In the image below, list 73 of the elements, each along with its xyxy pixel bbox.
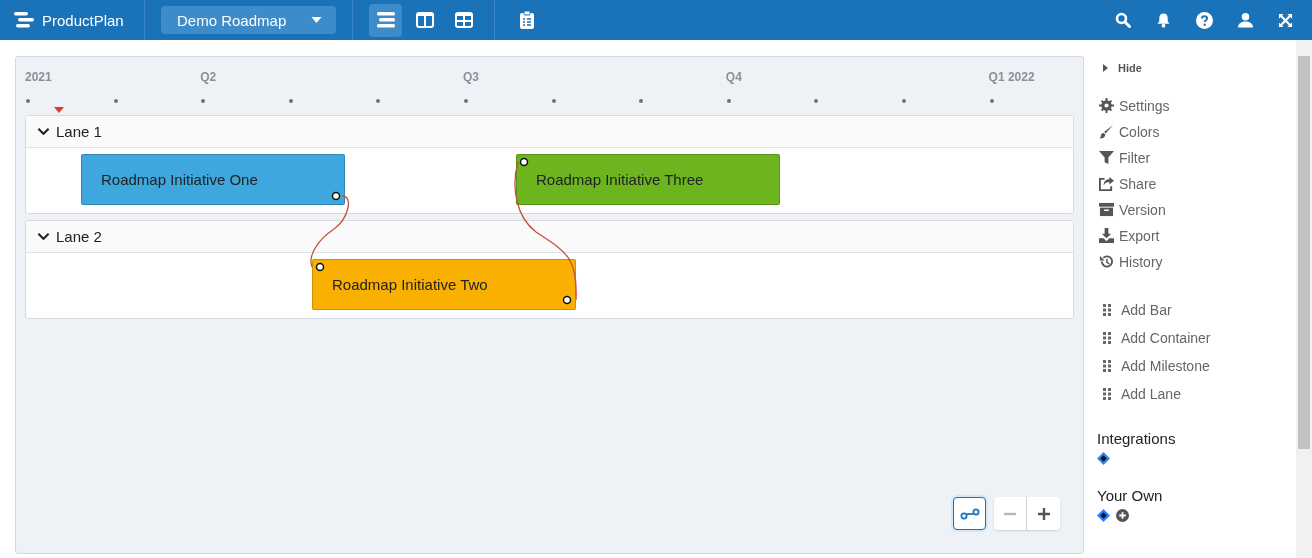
draggable-add-item[interactable]: Add Container bbox=[1097, 327, 1211, 348]
logo-icon bbox=[14, 12, 34, 28]
integration-icon[interactable] bbox=[1097, 452, 1110, 465]
sidebar-menu-item[interactable]: Filter bbox=[1097, 147, 1151, 168]
sidebar-menu-item[interactable]: Export bbox=[1097, 225, 1160, 246]
timeline-tick bbox=[814, 99, 819, 103]
dependency-icon bbox=[959, 507, 980, 520]
history-icon bbox=[1099, 254, 1114, 269]
lane-title: Lane 2 bbox=[56, 228, 102, 245]
download-icon bbox=[1099, 228, 1114, 243]
timeline-tick bbox=[464, 99, 468, 103]
archive-icon bbox=[1099, 202, 1114, 217]
timeline-label: 2021 bbox=[25, 70, 52, 84]
dependencies-toggle[interactable] bbox=[953, 497, 986, 530]
timeline-label: Q1 2022 bbox=[988, 70, 1035, 84]
initiative-bar[interactable]: Roadmap Initiative Three bbox=[516, 154, 780, 205]
brand-name: ProductPlan bbox=[42, 11, 124, 29]
caret-icon bbox=[1103, 63, 1108, 72]
add-circle-icon[interactable] bbox=[1116, 509, 1129, 522]
drag-handle-icon bbox=[1103, 387, 1111, 400]
drag-handle-icon bbox=[1103, 303, 1111, 316]
sidebar-menu-item[interactable]: History bbox=[1097, 251, 1163, 272]
clipboard-icon[interactable] bbox=[520, 11, 534, 29]
caret-icon bbox=[311, 17, 322, 23]
sidebar-menu-item[interactable]: Share bbox=[1097, 173, 1157, 194]
draggable-add-item[interactable]: Add Lane bbox=[1097, 383, 1181, 404]
sidebar-menu-item[interactable]: Colors bbox=[1097, 121, 1160, 142]
chevron-icon[interactable] bbox=[37, 232, 50, 241]
help-icon[interactable] bbox=[1196, 11, 1213, 29]
timeline-tick bbox=[551, 99, 556, 103]
timeline-tick bbox=[26, 99, 30, 103]
timeline-label: Q3 bbox=[463, 70, 479, 84]
fullscreen-icon[interactable] bbox=[1278, 12, 1293, 28]
timeline-tick bbox=[113, 99, 118, 103]
columns-icon bbox=[415, 12, 434, 28]
section-heading: Integrations bbox=[1097, 430, 1177, 447]
timeline-view-button[interactable] bbox=[369, 3, 402, 37]
timeline-tick bbox=[376, 99, 381, 103]
timeline-tick bbox=[201, 99, 206, 103]
share-icon bbox=[1099, 176, 1114, 191]
timeline-tick bbox=[288, 99, 293, 103]
search-icon[interactable] bbox=[1115, 12, 1131, 28]
section-heading: Your Own bbox=[1097, 487, 1164, 504]
today-marker-icon bbox=[54, 107, 64, 113]
timeline-view-icon bbox=[376, 12, 395, 28]
timeline-tick bbox=[989, 99, 994, 103]
roadmap-dropdown[interactable]: Demo Roadmap bbox=[161, 6, 336, 34]
integration-icon[interactable] bbox=[1097, 509, 1110, 522]
funnel-icon bbox=[1099, 150, 1114, 165]
timeline-tick bbox=[726, 99, 731, 103]
brush-icon bbox=[1099, 124, 1114, 139]
scrollbar[interactable] bbox=[1296, 40, 1312, 558]
lane-title: Lane 1 bbox=[56, 123, 102, 140]
drag-handle-icon bbox=[1103, 331, 1111, 344]
timeline-label: Q2 bbox=[200, 70, 217, 84]
timeline-tick bbox=[639, 99, 644, 103]
draggable-add-item[interactable]: Add Milestone bbox=[1097, 355, 1210, 376]
bell-icon[interactable] bbox=[1156, 12, 1171, 28]
hide-panel-button[interactable]: Hide bbox=[1097, 60, 1142, 75]
gear-icon bbox=[1099, 98, 1114, 113]
initiative-bar[interactable]: Roadmap Initiative Two bbox=[312, 259, 576, 310]
initiative-bar[interactable]: Roadmap Initiative One bbox=[81, 154, 345, 205]
sidebar-menu-item[interactable]: Version bbox=[1097, 199, 1166, 220]
timeline-label: Q4 bbox=[725, 70, 742, 84]
plus-icon bbox=[1036, 506, 1051, 521]
chevron-icon[interactable] bbox=[37, 127, 50, 136]
draggable-add-item[interactable]: Add Bar bbox=[1097, 299, 1172, 320]
grid-icon bbox=[454, 12, 473, 28]
user-icon[interactable] bbox=[1238, 12, 1253, 28]
zoom-in-button[interactable] bbox=[1027, 497, 1060, 530]
sidebar-menu-item[interactable]: Settings bbox=[1097, 95, 1170, 116]
drag-handle-icon bbox=[1103, 359, 1111, 372]
timeline-tick bbox=[902, 99, 906, 103]
